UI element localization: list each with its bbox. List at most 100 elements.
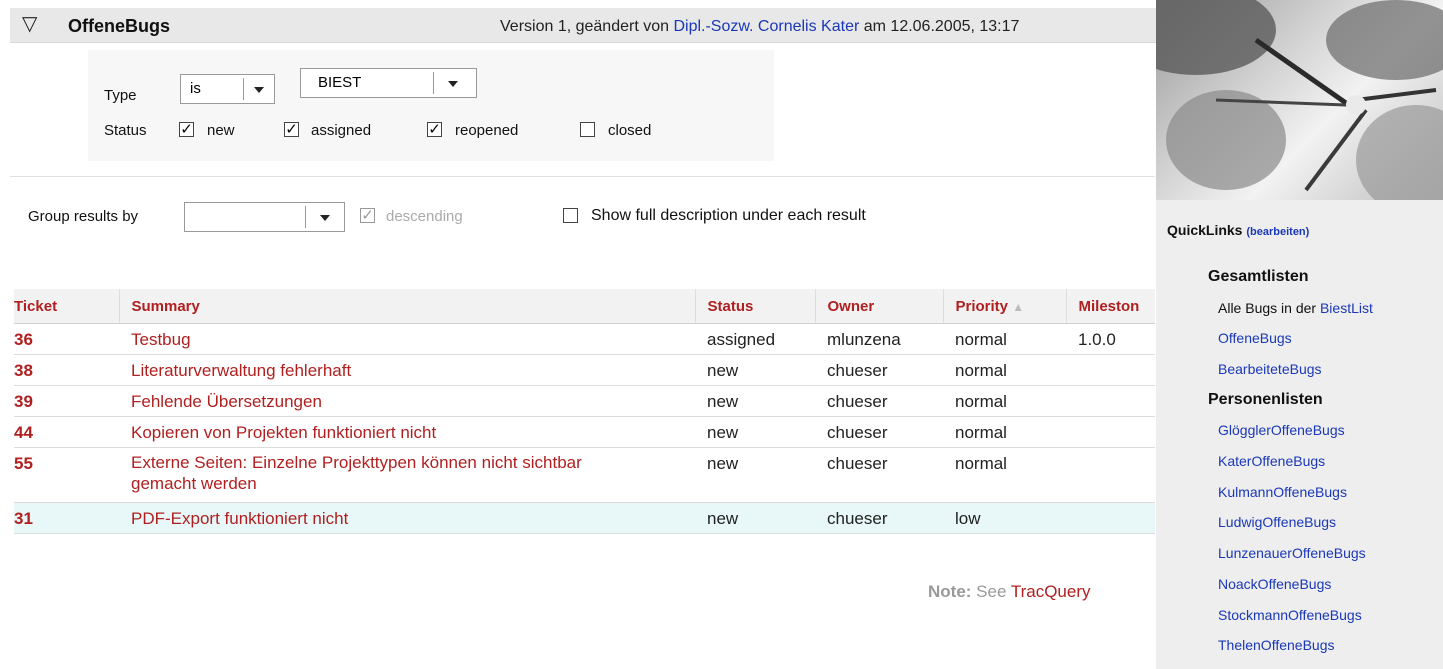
type-value-select[interactable]: BIEST [300,68,477,98]
filter-panel: Type is BIEST Status ✓ new ✓ assigned ✓ … [88,50,774,161]
ticket-owner: mlunzena [815,323,943,355]
biestlist-link[interactable]: BiestList [1320,300,1373,316]
status-reopened-label: reopened [455,122,519,139]
sidebar-link-person[interactable]: GlögglerOffeneBugs [1218,422,1345,438]
ticket-id-link[interactable]: 38 [14,361,33,380]
chevron-down-icon [320,215,330,221]
sidebar-link-person[interactable]: StockmannOffeneBugs [1218,607,1362,623]
ticket-owner: chueser [815,447,943,503]
column-owner[interactable]: Owner [815,289,944,324]
quicklinks-edit-link[interactable]: (bearbeiten) [1246,226,1309,238]
version-info: Version 1, geändert von Dipl.-Sozw. Corn… [500,18,1019,36]
type-label: Type [104,87,137,104]
group-by-select[interactable] [184,202,345,232]
ticket-milestone [1066,416,1155,448]
column-status-label: Status [707,297,754,315]
column-milestone-label: Mileston [1078,297,1140,315]
show-description-checkbox[interactable] [563,208,578,223]
sidebar-link-person[interactable]: LunzenauerOffeneBugs [1218,545,1366,561]
ticket-table: Ticket Summary Status Owner Priority ▲ M… [14,289,1155,534]
ticket-summary-link[interactable]: PDF-Export funktioniert nicht [131,509,348,528]
column-ticket-label: Ticket [14,297,58,315]
column-status[interactable]: Status [695,289,816,324]
table-row[interactable]: 31 PDF-Export funktioniert nicht new chu… [14,502,1155,534]
ticket-status: new [695,502,815,534]
sidebar-link-person[interactable]: LudwigOffeneBugs [1218,514,1336,530]
ticket-id-link[interactable]: 31 [14,509,33,528]
ticket-priority: normal [943,323,1066,355]
collapse-triangle-icon[interactable]: ▽ [22,11,37,36]
header-photo [1156,0,1443,200]
select-divider [305,206,306,228]
ticket-priority: normal [943,416,1066,448]
group-by-label: Group results by [28,208,139,225]
ticket-id-link[interactable]: 36 [14,330,33,349]
ticket-owner: chueser [815,354,943,386]
sidebar-link-person[interactable]: KulmannOffeneBugs [1218,484,1347,500]
ticket-milestone: 1.0.0 [1066,323,1155,355]
column-summary-label: Summary [131,297,200,315]
quicklinks-label: QuickLinks [1167,222,1243,238]
ticket-summary-link[interactable]: Testbug [131,330,191,349]
ticket-status: new [695,354,815,386]
footer-note: Note: See TracQuery [928,582,1091,602]
ticket-id-link[interactable]: 55 [14,454,33,473]
ticket-status: new [695,447,815,503]
version-author-link[interactable]: Dipl.-Sozw. Cornelis Kater [673,18,859,35]
column-ticket[interactable]: Ticket [14,289,120,324]
table-row[interactable]: 44 Kopieren von Projekten funktioniert n… [14,416,1155,448]
descending-checkbox[interactable]: ✓ [360,208,375,223]
status-closed-checkbox[interactable] [580,122,595,137]
table-row[interactable]: 36 Testbug assigned mlunzena normal 1.0.… [14,323,1155,355]
column-owner-label: Owner [827,297,875,315]
ticket-id-link[interactable]: 39 [14,392,33,411]
alle-bugs-text: Alle Bugs in der [1218,300,1320,316]
ticket-summary-link[interactable]: Literaturverwaltung fehlerhaft [131,361,351,380]
sidebar-link-person[interactable]: ThelenOffeneBugs [1218,637,1335,653]
ticket-summary-link[interactable]: Kopieren von Projekten funktioniert nich… [131,423,436,442]
status-label: Status [104,122,147,139]
status-closed-label: closed [608,122,652,139]
page-title: OffeneBugs [68,16,171,36]
type-operator-select[interactable]: is [180,74,275,104]
type-value: BIEST [318,74,362,91]
note-prefix: Note: [928,582,972,601]
column-priority[interactable]: Priority ▲ [943,289,1067,324]
type-operator-value: is [190,80,201,97]
table-row[interactable]: 39 Fehlende Übersetzungen new chueser no… [14,385,1155,417]
ticket-status: new [695,416,815,448]
note-text: See [971,582,1011,601]
sort-ascending-icon: ▲ [1012,299,1025,314]
table-row[interactable]: 55 Externe Seiten: Einzelne Projekttypen… [14,447,1155,503]
column-summary[interactable]: Summary [119,289,696,324]
ticket-status: assigned [695,323,815,355]
status-reopened-checkbox[interactable]: ✓ [427,122,442,137]
ticket-milestone [1066,354,1155,386]
group-bar: Group results by ✓ descending Show full … [10,176,1155,257]
ticket-id-link[interactable]: 44 [14,423,33,442]
ticket-milestone [1066,385,1155,417]
status-new-checkbox[interactable]: ✓ [179,122,194,137]
column-priority-label: Priority [955,297,1009,315]
ticket-summary-link[interactable]: Fehlende Übersetzungen [131,392,322,411]
sidebar-link-bearbeitetebugs[interactable]: BearbeiteteBugs [1218,361,1322,377]
ticket-priority: normal [943,447,1066,503]
ticket-summary-link[interactable]: Externe Seiten: Einzelne Projekttypen kö… [131,452,631,494]
page-header: ▽ OffeneBugs Version 1, geändert von Dip… [10,8,1170,43]
select-divider [433,72,434,94]
ticket-owner: chueser [815,502,943,534]
alle-bugs-line: Alle Bugs in der BiestList [1218,300,1373,316]
table-row[interactable]: 38 Literaturverwaltung fehlerhaft new ch… [14,354,1155,386]
ticket-priority: normal [943,354,1066,386]
column-milestone[interactable]: Mileston [1066,289,1155,324]
sidebar-link-offenebugs[interactable]: OffeneBugs [1218,330,1292,346]
ticket-owner: chueser [815,416,943,448]
ticket-priority: low [943,502,1066,534]
status-new-label: new [207,122,235,139]
descending-label: descending [386,208,463,225]
sidebar-link-person[interactable]: KaterOffeneBugs [1218,453,1325,469]
tracquery-link[interactable]: TracQuery [1011,582,1091,601]
sidebar-link-person[interactable]: NoackOffeneBugs [1218,576,1331,592]
sidebar: QuickLinks (bearbeiten) Gesamtlisten All… [1156,0,1443,669]
status-assigned-checkbox[interactable]: ✓ [284,122,299,137]
